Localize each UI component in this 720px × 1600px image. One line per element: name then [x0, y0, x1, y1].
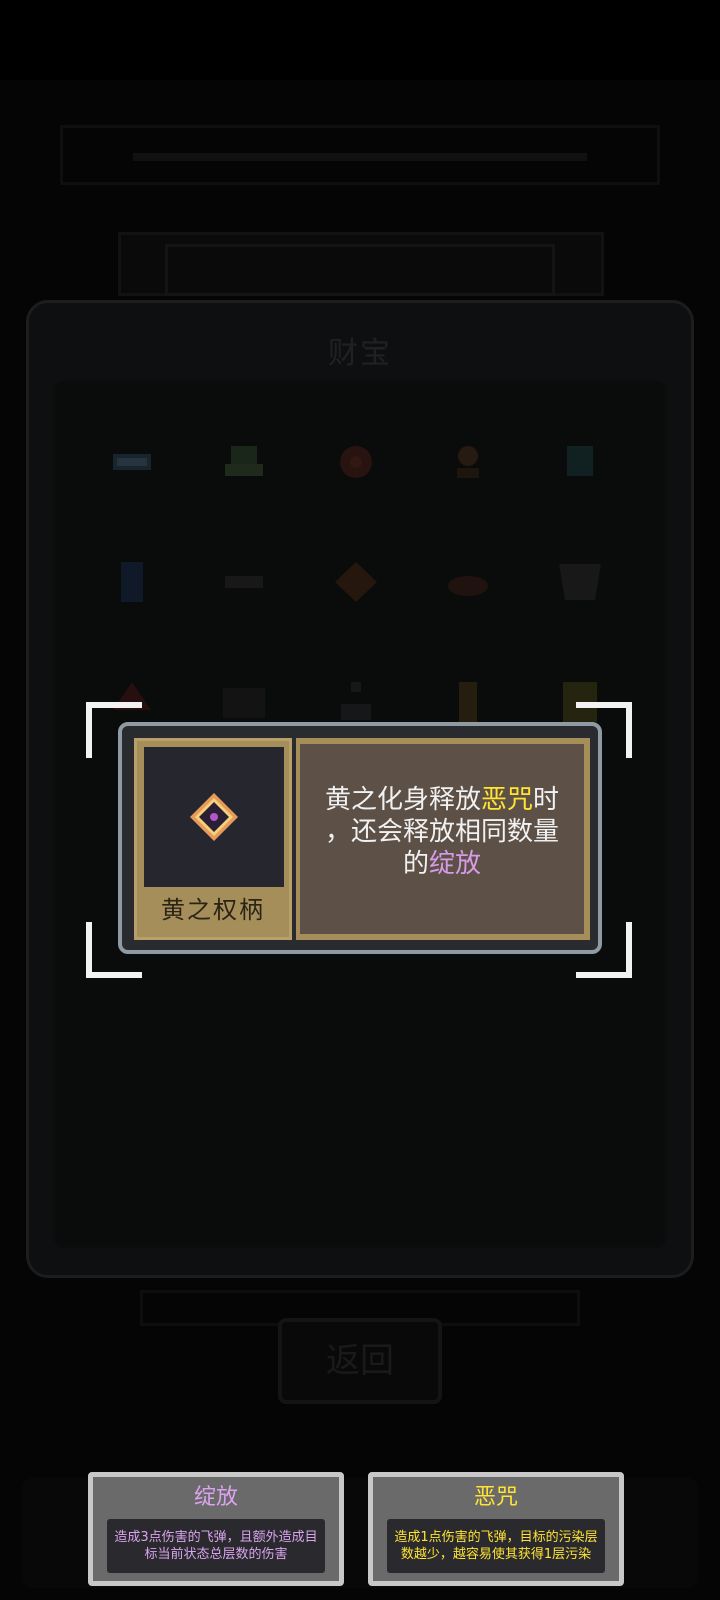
- hat-icon[interactable]: [202, 420, 286, 504]
- yellow-scepter-icon: [144, 747, 284, 887]
- trophy-icon[interactable]: [426, 420, 510, 504]
- item-portrait: 黄之权柄: [134, 738, 292, 940]
- tooltip-bloom: 绽放 造成3点伤害的飞弹，且额外造成目标当前状态总层数的伤害: [88, 1472, 344, 1586]
- tooltip-body: 造成3点伤害的飞弹，且额外造成目标当前状态总层数的伤害: [107, 1519, 325, 1573]
- key-icon[interactable]: [202, 540, 286, 624]
- bowl-icon[interactable]: [426, 540, 510, 624]
- mask-icon[interactable]: [538, 540, 622, 624]
- tooltip-title: 绽放: [193, 1485, 238, 1510]
- description-text: 黄之化身释放: [324, 785, 481, 815]
- tooltip-title: 恶咒: [473, 1485, 518, 1510]
- item-description-panel: 黄之化身释放恶咒时 ，还会释放相同数量 的绽放: [296, 738, 590, 940]
- tooltip-body: 造成1点伤害的飞弹，目标的污染层数越少，越容易使其获得1层污染: [387, 1519, 605, 1573]
- background-ribbon-inner: [165, 244, 555, 296]
- jar-icon[interactable]: [90, 540, 174, 624]
- panel-title: 财宝: [328, 336, 392, 371]
- status-bar: [0, 0, 720, 80]
- keyword-bloom[interactable]: 绽放: [429, 849, 481, 879]
- gauntlet-icon[interactable]: [538, 420, 622, 504]
- background-header: [60, 125, 660, 185]
- flower-icon[interactable]: [314, 420, 398, 504]
- tooltip-curse: 恶咒 造成1点伤害的飞弹，目标的污染层数越少，越容易使其获得1层污染: [368, 1472, 624, 1586]
- diamond-icon[interactable]: [314, 540, 398, 624]
- item-description: 黄之化身释放恶咒时 ，还会释放相同数量 的绽放: [310, 784, 574, 880]
- item-name: 黄之权柄: [161, 896, 265, 924]
- back-button[interactable]: 返回: [278, 1318, 442, 1404]
- scroll-icon[interactable]: [90, 420, 174, 504]
- item-detail-card[interactable]: 黄之权柄 黄之化身释放恶咒时 ，还会释放相同数量 的绽放: [118, 722, 602, 954]
- keyword-curse[interactable]: 恶咒: [481, 785, 533, 815]
